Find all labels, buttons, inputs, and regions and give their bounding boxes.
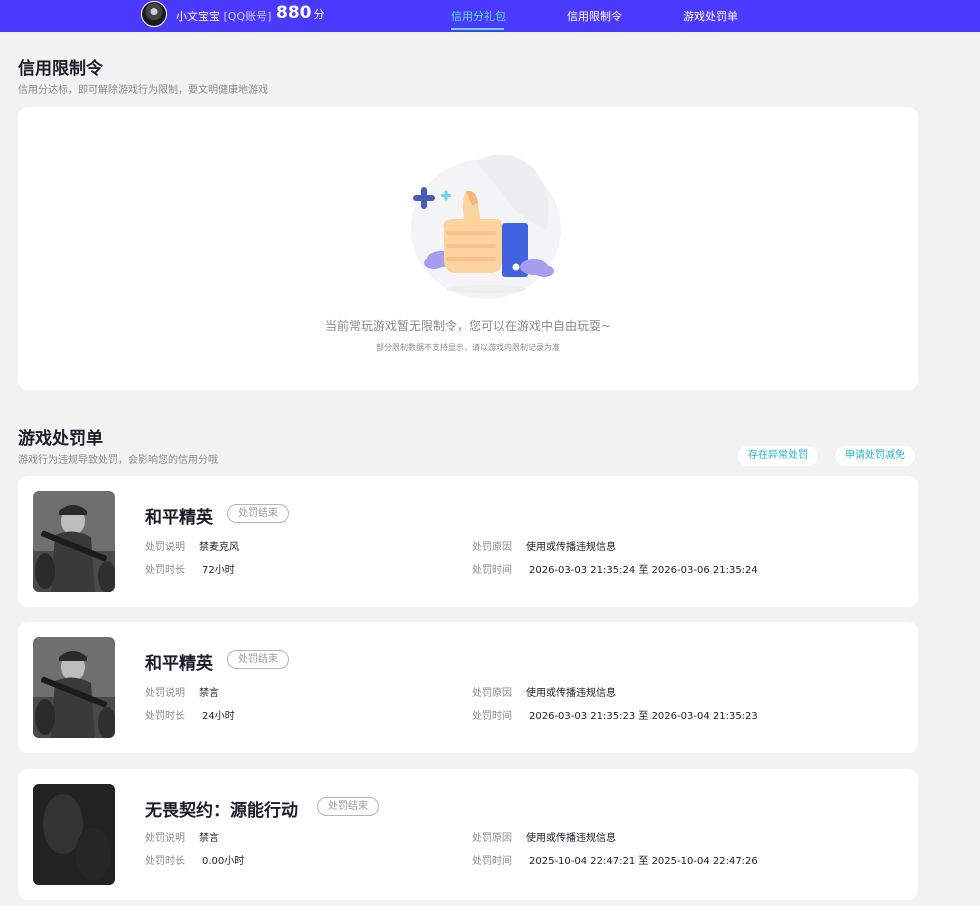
restriction-subtitle: 信用分达标，即可解除游戏行为限制，要文明健康地游戏 — [18, 85, 268, 96]
game-name: 和平精英 — [145, 508, 213, 528]
duration-value: 24小时 — [202, 711, 235, 722]
desc-label: 处罚说明 — [145, 833, 185, 844]
thumbs-up-illustration — [411, 154, 561, 299]
time-value: 2025-10-04 22:47:21 至 2025-10-04 22:47:2… — [529, 856, 758, 867]
penalty-title: 游戏处罚单 — [18, 429, 103, 449]
penalty-card[interactable]: 和平精英 处罚结束 处罚说明 禁麦克风 处罚时长 72小时 处罚原因 使用或传播… — [18, 476, 918, 607]
time-label: 处罚时间 — [472, 856, 512, 867]
restriction-title: 信用限制令 — [18, 59, 103, 79]
status-badge: 处罚结束 — [227, 650, 289, 669]
tab-active-indicator — [451, 28, 504, 30]
duration-value: 72小时 — [202, 565, 235, 576]
tab-credit-restriction[interactable]: 信用限制令 — [567, 8, 622, 24]
time-label: 处罚时间 — [472, 711, 512, 722]
penalty-card[interactable]: 无畏契约：源能行动 处罚结束 处罚说明 禁言 处罚时长 0.00小时 处罚原因 … — [18, 769, 918, 900]
desc-label: 处罚说明 — [145, 688, 185, 699]
credit-score-unit: 分 — [313, 8, 325, 21]
desc-label: 处罚说明 — [145, 542, 185, 553]
game-name: 和平精英 — [145, 654, 213, 674]
duration-label: 处罚时长 — [145, 711, 185, 722]
desc-value: 禁言 — [199, 833, 219, 844]
game-cover-image — [33, 491, 115, 592]
credit-score-value: 880 — [276, 3, 312, 23]
desc-value: 禁言 — [199, 688, 219, 699]
reason-value: 使用或传播违规信息 — [526, 833, 616, 844]
status-badge: 处罚结束 — [317, 797, 379, 816]
game-cover-image — [33, 784, 115, 885]
reason-label: 处罚原因 — [472, 833, 512, 844]
reason-label: 处罚原因 — [472, 688, 512, 699]
duration-value: 0.00小时 — [202, 856, 245, 867]
empty-message: 当前常玩游戏暂无限制令，您可以在游戏中自由玩耍~ — [324, 319, 612, 333]
tab-game-penalty[interactable]: 游戏处罚单 — [683, 8, 738, 24]
status-badge: 处罚结束 — [227, 504, 289, 523]
time-value: 2026-03-03 21:35:24 至 2026-03-06 21:35:2… — [529, 565, 758, 576]
credit-score: 880 分 — [276, 3, 325, 23]
game-cover-image — [33, 637, 115, 738]
penalty-card[interactable]: 和平精英 处罚结束 处罚说明 禁言 处罚时长 24小时 处罚原因 使用或传播违规… — [18, 622, 918, 753]
account-type: [QQ账号] — [223, 10, 272, 23]
time-label: 处罚时间 — [472, 565, 512, 576]
abnormal-penalty-button[interactable]: 存在异常处罚 — [738, 446, 818, 466]
duration-label: 处罚时长 — [145, 856, 185, 867]
duration-label: 处罚时长 — [145, 565, 185, 576]
reason-label: 处罚原因 — [472, 542, 512, 553]
penalty-reduction-button[interactable]: 申请处罚减免 — [835, 446, 915, 466]
game-name: 无畏契约：源能行动 — [145, 801, 298, 821]
penalty-subtitle: 游戏行为违规导致处罚，会影响您的信用分哦 — [18, 455, 218, 466]
reason-value: 使用或传播违规信息 — [526, 688, 616, 699]
empty-note: 部分限制数据不支持显示，请以游戏内限制记录为准 — [376, 343, 560, 352]
reason-value: 使用或传播违规信息 — [526, 542, 616, 553]
desc-value: 禁麦克风 — [199, 542, 239, 553]
top-bar: 小文宝宝 [QQ账号] 880 分 信用分礼包 信用限制令 游戏处罚单 — [0, 0, 980, 32]
avatar[interactable] — [141, 1, 167, 27]
restriction-panel: 当前常玩游戏暂无限制令，您可以在游戏中自由玩耍~ 部分限制数据不支持显示，请以游… — [18, 107, 918, 390]
user-name: 小文宝宝 [QQ账号] — [176, 8, 271, 24]
username-text: 小文宝宝 — [176, 10, 220, 23]
tab-credit-gift[interactable]: 信用分礼包 — [451, 8, 506, 24]
time-value: 2026-03-03 21:35:23 至 2026-03-04 21:35:2… — [529, 711, 758, 722]
